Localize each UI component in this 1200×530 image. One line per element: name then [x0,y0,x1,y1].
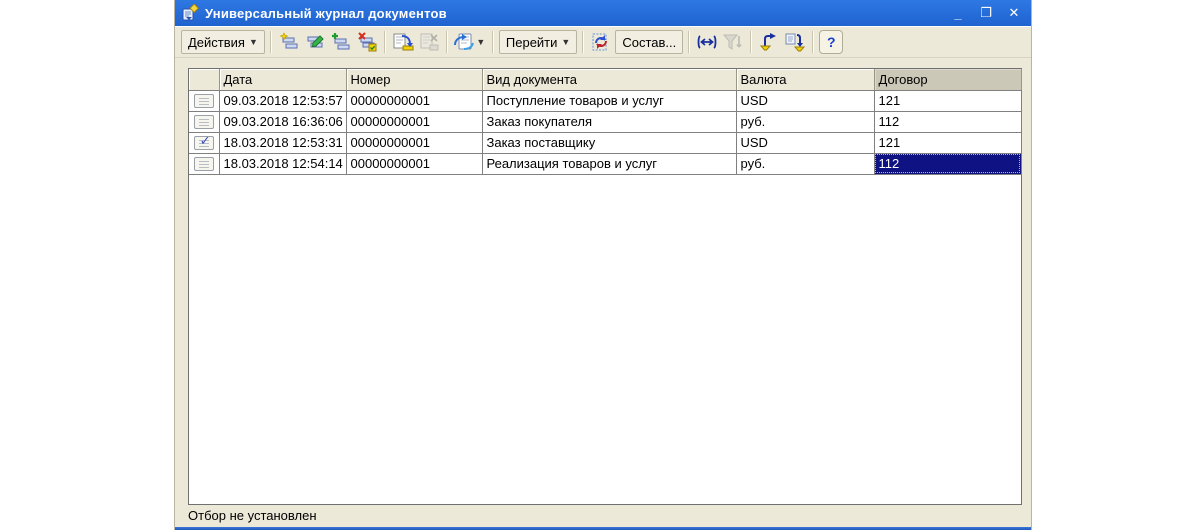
actions-button[interactable]: Действия ▼ [181,30,265,54]
cell-number[interactable]: 00000000001 [346,111,483,133]
refresh-icon[interactable] [589,30,613,54]
cell-doctype[interactable]: Заказ покупателя [482,111,737,133]
toolbar-separator [688,31,691,53]
toolbar-separator [491,31,494,53]
toolbar: Действия ▼ ▼ Перейти ▼ Состав... ? [175,26,1031,58]
table-row[interactable]: ✓ 18.03.2018 12:53:31 00000000001 Заказ … [189,132,1022,154]
cell-number[interactable]: 00000000001 [346,153,483,175]
column-header-currency[interactable]: Валюта [736,69,875,91]
chevron-down-icon: ▼ [561,37,571,47]
compose-button[interactable]: Состав... [615,30,684,54]
cell-contract[interactable]: 121 [874,90,1022,112]
title-bar[interactable]: Универсальный журнал документов _ ❐ ✕ [175,0,1031,26]
cell-doctype[interactable]: Поступление товаров и услуг [482,90,737,112]
journal-icon [181,4,199,22]
cell-date[interactable]: 18.03.2018 12:53:31 [219,132,347,154]
filter-by-value-icon[interactable] [757,30,781,54]
chevron-down-icon: ▼ [476,37,486,47]
document-table: Дата Номер Вид документа Валюта Договор … [188,68,1022,505]
column-header-doctype[interactable]: Вид документа [482,69,737,91]
post-document-icon[interactable] [391,30,415,54]
cell-currency[interactable]: руб. [736,153,875,175]
journal-window: Универсальный журнал документов _ ❐ ✕ Де… [174,0,1032,530]
status-bar: Отбор не установлен [188,506,1031,524]
delete-row-icon[interactable] [355,30,379,54]
cell-number[interactable]: 00000000001 [346,90,483,112]
table-row[interactable]: 09.03.2018 16:36:06 00000000001 Заказ по… [189,111,1022,133]
column-header-icon[interactable] [189,69,220,91]
cell-date[interactable]: 18.03.2018 12:54:14 [219,153,347,175]
toolbar-separator [750,31,753,53]
cell-currency[interactable]: USD [736,90,875,112]
table-row[interactable]: 09.03.2018 12:53:57 00000000001 Поступле… [189,90,1022,112]
close-button[interactable]: ✕ [1005,4,1023,22]
goto-label: Перейти [505,34,558,50]
cell-contract[interactable]: 112 [874,111,1022,133]
cell-date[interactable]: 09.03.2018 16:36:06 [219,111,347,133]
column-width-icon[interactable] [695,30,719,54]
unpost-document-icon[interactable] [417,30,441,54]
compose-label: Состав... [622,34,677,50]
actions-label: Действия [188,34,245,50]
copy-row-icon[interactable] [329,30,353,54]
filter-history-icon[interactable] [783,30,807,54]
cell-currency[interactable]: USD [736,132,875,154]
edit-row-icon[interactable] [303,30,327,54]
maximize-button[interactable]: ❐ [977,4,995,22]
column-header-number[interactable]: Номер [346,69,483,91]
document-status-icon [189,90,220,112]
cell-doctype[interactable]: Реализация товаров и услуг [482,153,737,175]
add-row-icon[interactable] [277,30,301,54]
cell-date[interactable]: 09.03.2018 12:53:57 [219,90,347,112]
cell-number[interactable]: 00000000001 [346,132,483,154]
document-posted-icon: ✓ [189,132,220,154]
table-row[interactable]: 18.03.2018 12:54:14 00000000001 Реализац… [189,153,1022,175]
chevron-down-icon: ▼ [248,37,258,47]
document-status-icon [189,111,220,133]
cell-currency[interactable]: руб. [736,111,875,133]
filter-settings-icon[interactable] [721,30,745,54]
minimize-button[interactable]: _ [949,4,967,22]
toolbar-separator [582,31,585,53]
document-status-icon [189,153,220,175]
toolbar-separator [445,31,448,53]
help-button[interactable]: ? [819,30,844,54]
table-header-row: Дата Номер Вид документа Валюта Договор [189,69,1022,91]
goto-button[interactable]: Перейти ▼ [498,30,578,54]
enter-on-basis-icon[interactable]: ▼ [453,30,487,54]
cell-doctype[interactable]: Заказ поставщику [482,132,737,154]
column-header-contract[interactable]: Договор [874,69,1022,91]
filter-status-text: Отбор не установлен [188,507,317,523]
column-header-date[interactable]: Дата [219,69,347,91]
toolbar-separator [269,31,272,53]
toolbar-separator [383,31,386,53]
window-title: Универсальный журнал документов [205,5,447,21]
cell-contract[interactable]: 121 [874,132,1022,154]
toolbar-separator [812,31,815,53]
selected-cell-contract[interactable]: 112 [874,153,1022,175]
